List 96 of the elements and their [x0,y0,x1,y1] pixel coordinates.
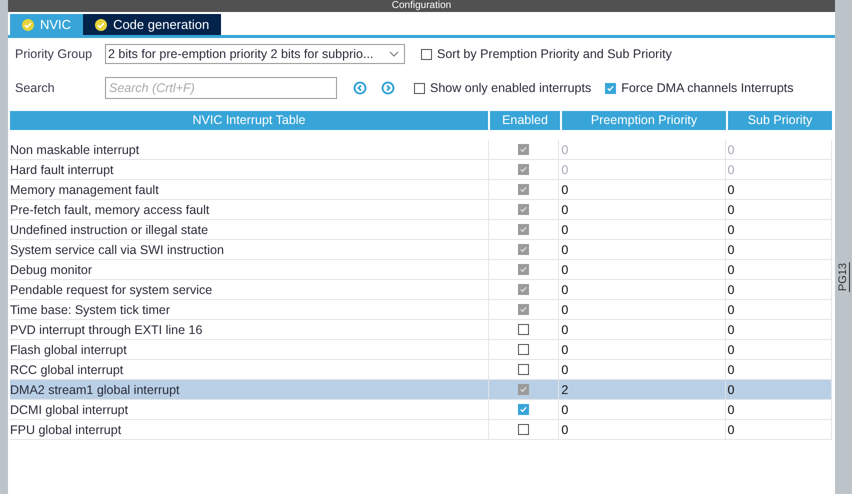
table-cell: 0 [728,362,734,376]
interrupt-name: Pre-fetch fault, memory access fault [10,202,210,216]
checkbox[interactable] [518,384,529,395]
table-row[interactable]: DMA2 stream1 global interrupt 2 0 [10,380,832,400]
checkbox[interactable] [518,164,529,175]
column-header: NVIC Interrupt Table [10,111,488,130]
checkbox[interactable] [518,184,529,195]
table-row[interactable]: Non maskable interrupt 0 0 [10,140,832,160]
check-circle-icon [22,18,34,30]
table-cell: 0 [728,342,734,356]
table-cell: 0 [561,422,568,436]
interrupt-name: DCMI global interrupt [10,402,128,416]
checkbox[interactable] [518,144,529,155]
table-cell: 0 [728,242,734,256]
previous-icon[interactable] [353,81,367,95]
checkbox[interactable] [518,404,529,415]
column-header: Sub Priority [728,111,832,130]
table-cell: 0 [728,162,734,176]
interrupt-name: RCC global interrupt [10,362,124,376]
interrupt-name: Hard fault interrupt [10,162,114,176]
interrupt-name: PVD interrupt through EXTI line 16 [10,322,202,336]
search-field[interactable]: Search (Crtl+F) [105,77,337,99]
table-cell: 0 [728,322,734,336]
table-cell: 0 [561,162,568,176]
table-cell: 0 [561,282,568,296]
checkbox[interactable] [518,324,529,335]
table-cell: 0 [728,402,734,416]
side-label: PG13 [837,262,850,292]
priority-group-dropdown[interactable]: 2 bits for pre-emption priority 2 bits for subprio... [105,44,405,64]
table-cell: 0 [561,202,568,216]
interrupt-name: System service call via SWI instruction [10,242,224,256]
column-header: Enabled [490,111,560,130]
table-cell: 0 [728,222,734,236]
interrupt-name: Pendable request for system service [10,282,212,296]
table-cell: 0 [728,422,734,436]
interrupt-name: Non maskable interrupt [10,142,140,156]
table-row[interactable]: Debug monitor 0 0 [10,260,832,280]
table-row[interactable]: DCMI global interrupt 0 0 [10,400,832,420]
interrupt-name: Memory management fault [10,182,159,196]
table-cell: 0 [561,262,568,276]
checkbox[interactable] [518,204,529,215]
column-header: Preemption Priority [562,111,726,130]
checkbox[interactable] [518,424,529,435]
table-cell: 0 [728,142,734,156]
interrupt-name: Time base: System tick timer [10,302,170,316]
checkbox[interactable] [421,48,432,60]
checkbox[interactable] [518,344,529,355]
checkbox[interactable] [518,284,529,295]
checkbox[interactable] [518,304,529,315]
table-cell: 0 [728,202,734,216]
checkbox-option[interactable]: Force DMA channels Interrupts [605,81,794,95]
table-row[interactable]: FPU global interrupt 0 0 [10,420,832,440]
table-row[interactable]: Pre-fetch fault, memory access fault 0 0 [10,200,832,220]
table-row[interactable]: Pendable request for system service 0 0 [10,280,832,300]
next-icon[interactable] [381,81,395,95]
table-row[interactable]: Undefined instruction or illegal state 0 0 [10,220,832,240]
field-label: Priority Group [15,47,94,61]
interrupt-name: Flash global interrupt [10,342,127,356]
check-circle-icon [95,18,108,30]
interrupt-name: FPU global interrupt [10,422,122,436]
table-row[interactable]: System service call via SWI instruction 0 0 [10,240,832,260]
checkbox[interactable] [518,244,529,255]
checkbox[interactable] [518,264,529,275]
checkbox[interactable] [414,82,425,94]
checkbox-option[interactable]: Show only enabled interrupts [414,81,592,95]
checkbox-option[interactable]: Sort by Premption Priority and Sub Priority [421,47,672,61]
checkbox[interactable] [518,364,529,375]
table-cell: 0 [728,302,734,316]
table-cell: 0 [561,182,568,196]
tab[interactable]: Code generation [83,14,222,35]
table-row[interactable]: Time base: System tick timer 0 0 [10,300,832,320]
table-cell: 0 [561,322,568,336]
table-cell: 0 [561,402,568,416]
table-cell: 0 [561,222,568,236]
table-cell: 2 [561,382,568,396]
interrupt-name: DMA2 stream1 global interrupt [10,382,180,396]
table-cell: 0 [728,382,734,396]
window-title: Configuration [392,0,452,12]
table-cell: 0 [561,142,568,156]
table-row[interactable]: Memory management fault 0 0 [10,180,832,200]
table-cell: 0 [561,302,568,316]
table-row[interactable]: PVD interrupt through EXTI line 16 0 0 [10,320,832,340]
table-cell: 0 [728,282,734,296]
table-cell: 0 [728,262,734,276]
table-cell: 0 [728,182,734,196]
table-row[interactable]: Flash global interrupt 0 0 [10,340,832,360]
interrupt-name: Debug monitor [10,262,92,276]
interrupt-name: Undefined instruction or illegal state [10,222,208,236]
checkbox[interactable] [518,224,529,235]
chevron-down-icon [389,51,399,57]
checkbox[interactable] [605,82,616,94]
table-cell: 0 [561,362,568,376]
field-label: Search [15,81,56,95]
table-row[interactable]: Hard fault interrupt 0 0 [10,160,832,180]
table-cell: 0 [561,242,568,256]
table-cell: 0 [561,342,568,356]
